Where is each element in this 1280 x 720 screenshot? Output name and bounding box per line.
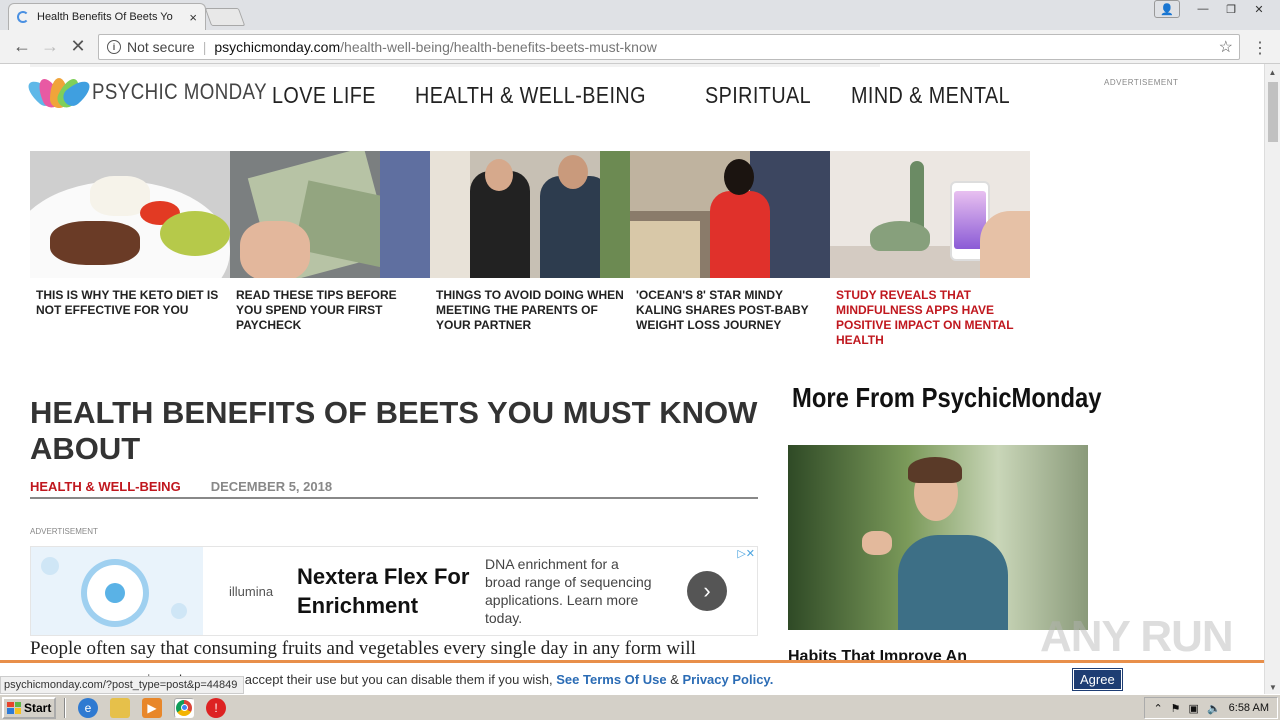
card-title: THIS IS WHY THE KETO DIET IS NOT EFFECTI… xyxy=(36,288,219,317)
tab-close-icon[interactable]: × xyxy=(189,10,197,25)
address-bar[interactable]: i Not secure | psychicmonday.com /health… xyxy=(98,34,1240,60)
tab-title: Health Benefits Of Beets Yo xyxy=(37,11,173,23)
system-tray: ⌃ ⚑ ▣ 🔈 6:58 AM xyxy=(1144,697,1278,719)
web-page: PSYCHIC MONDAY LOVE LIFE HEALTH & WELL-B… xyxy=(0,64,1264,660)
tray-expand-icon[interactable]: ⌃ xyxy=(1153,702,1162,715)
privacy-policy-link[interactable]: Privacy Policy. xyxy=(682,672,773,687)
folder-icon[interactable] xyxy=(110,697,130,718)
forward-icon[interactable]: → xyxy=(36,36,64,57)
minimize-button[interactable]: — xyxy=(1190,0,1216,18)
article-meta: HEALTH & WELL-BEING DECEMBER 5, 2018 xyxy=(30,479,758,499)
terms-of-use-link[interactable]: See Terms Of Use xyxy=(556,672,666,687)
browser-tab[interactable]: Health Benefits Of Beets Yo × xyxy=(8,3,206,30)
start-button[interactable]: Start xyxy=(2,696,56,719)
clock[interactable]: 6:58 AM xyxy=(1229,702,1269,714)
status-bar-url: psychicmonday.com/?post_type=post&p=4484… xyxy=(0,676,244,694)
security-status: Not secure xyxy=(127,39,195,55)
adchoices-icon[interactable]: ▷✕ xyxy=(737,547,755,560)
url-domain: psychicmonday.com xyxy=(214,39,341,55)
mindfulness-app-image xyxy=(830,151,1030,278)
ad-arrow-button[interactable]: › xyxy=(687,571,727,611)
windows-logo-icon xyxy=(7,701,21,714)
related-card[interactable]: READ THESE TIPS BEFORE YOU SPEND YOUR FI… xyxy=(230,151,430,348)
ad-image xyxy=(31,547,203,635)
sidebar-title: More From PsychicMonday xyxy=(792,382,1102,413)
card-title: READ THESE TIPS BEFORE YOU SPEND YOUR FI… xyxy=(236,288,397,332)
ad-headline[interactable]: Nextera Flex For Enrichment xyxy=(289,562,485,620)
network-icon[interactable]: ▣ xyxy=(1189,702,1199,715)
keto-plate-image xyxy=(30,151,230,278)
card-title: 'OCEAN'S 8' STAR MINDY KALING SHARES POS… xyxy=(636,288,809,332)
related-articles: THIS IS WHY THE KETO DIET IS NOT EFFECTI… xyxy=(30,151,1030,348)
article-body: People often say that consuming fruits a… xyxy=(30,638,696,659)
card-title: THINGS TO AVOID DOING WHEN MEETING THE P… xyxy=(436,288,624,332)
info-icon[interactable]: i xyxy=(107,40,121,54)
stop-icon[interactable]: ! xyxy=(206,697,226,718)
internet-explorer-icon[interactable]: e xyxy=(78,697,98,718)
windows-taskbar: Start e ▶ ! ⌃ ⚑ ▣ 🔈 6:58 AM xyxy=(0,694,1280,720)
related-card[interactable]: 'OCEAN'S 8' STAR MINDY KALING SHARES POS… xyxy=(630,151,830,348)
url-path: /health-well-being/health-benefits-beets… xyxy=(340,39,657,55)
page-scrollbar[interactable]: ▲ ▼ xyxy=(1264,64,1280,694)
bookmark-star-icon[interactable]: ☆ xyxy=(1219,37,1233,57)
nav-health-well-being[interactable]: HEALTH & WELL-BEING xyxy=(415,82,646,109)
agree-button[interactable]: Agree xyxy=(1072,668,1123,691)
related-card[interactable]: THINGS TO AVOID DOING WHEN MEETING THE P… xyxy=(430,151,630,348)
cookie-and: & xyxy=(670,672,679,687)
anyrun-watermark: ANY RUN xyxy=(1040,612,1234,660)
window-controls: 👤 — ❐ ✕ xyxy=(1154,0,1272,18)
article-date: DECEMBER 5, 2018 xyxy=(210,479,333,494)
advertisement-label: ADVERTISEMENT xyxy=(30,527,98,536)
sidebar-image[interactable] xyxy=(788,445,1088,630)
scroll-thumb[interactable] xyxy=(1268,82,1278,142)
nav-spiritual[interactable]: SPIRITUAL xyxy=(705,82,811,109)
loading-spinner-icon xyxy=(17,11,29,23)
back-icon[interactable]: ← xyxy=(8,36,36,57)
new-tab-button[interactable] xyxy=(204,8,246,26)
nav-love-life[interactable]: LOVE LIFE xyxy=(272,82,376,109)
article-category-link[interactable]: HEALTH & WELL-BEING xyxy=(30,479,181,497)
flag-icon[interactable]: ⚑ xyxy=(1171,702,1181,715)
scroll-down-icon[interactable]: ▼ xyxy=(1265,683,1280,692)
handshake-image xyxy=(430,151,630,278)
nav-mind-mental[interactable]: MIND & MENTAL xyxy=(851,82,1010,109)
tab-strip: Health Benefits Of Beets Yo × 👤 — ❐ ✕ xyxy=(0,0,1280,30)
volume-icon[interactable]: 🔈 xyxy=(1207,702,1221,715)
stop-loading-icon[interactable]: ✕ xyxy=(64,36,92,57)
related-card[interactable]: THIS IS WHY THE KETO DIET IS NOT EFFECTI… xyxy=(30,151,230,348)
logo-text: PSYCHIC MONDAY xyxy=(92,79,267,104)
taskbar-separator xyxy=(64,697,66,718)
sidebar-caption[interactable]: Habits That Improve An xyxy=(788,648,967,660)
advertisement-label: ADVERTISEMENT xyxy=(1104,78,1179,87)
ad-description: DNA enrichment for a broad range of sequ… xyxy=(485,556,652,626)
related-card[interactable]: STUDY REVEALS THAT MINDFULNESS APPS HAVE… xyxy=(830,151,1030,348)
cash-hands-image xyxy=(230,151,430,278)
display-ad[interactable]: illumina Nextera Flex For Enrichment DNA… xyxy=(30,546,758,636)
card-title: STUDY REVEALS THAT MINDFULNESS APPS HAVE… xyxy=(836,288,1014,347)
lotus-logo-icon xyxy=(23,74,95,111)
restore-button[interactable]: ❐ xyxy=(1218,0,1244,18)
media-player-icon[interactable]: ▶ xyxy=(142,697,162,718)
address-separator: | xyxy=(202,39,207,55)
chrome-icon[interactable] xyxy=(174,697,194,718)
profile-icon[interactable]: 👤 xyxy=(1154,0,1180,18)
article-title: HEALTH BENEFITS OF BEETS YOU MUST KNOW A… xyxy=(30,395,758,466)
close-window-button[interactable]: ✕ xyxy=(1246,0,1272,18)
main-navigation: LOVE LIFE HEALTH & WELL-BEING SPIRITUAL … xyxy=(272,82,1036,109)
scroll-up-icon[interactable]: ▲ xyxy=(1265,68,1280,77)
browser-toolbar: ← → ✕ i Not secure | psychicmonday.com /… xyxy=(0,30,1280,64)
browser-menu-icon[interactable]: ⋮ xyxy=(1252,38,1268,58)
mindy-kaling-image xyxy=(630,151,830,278)
top-divider xyxy=(30,64,880,67)
site-logo[interactable]: PSYCHIC MONDAY xyxy=(23,74,298,111)
ad-brand-logo: illumina xyxy=(229,583,274,599)
start-label: Start xyxy=(24,700,52,715)
